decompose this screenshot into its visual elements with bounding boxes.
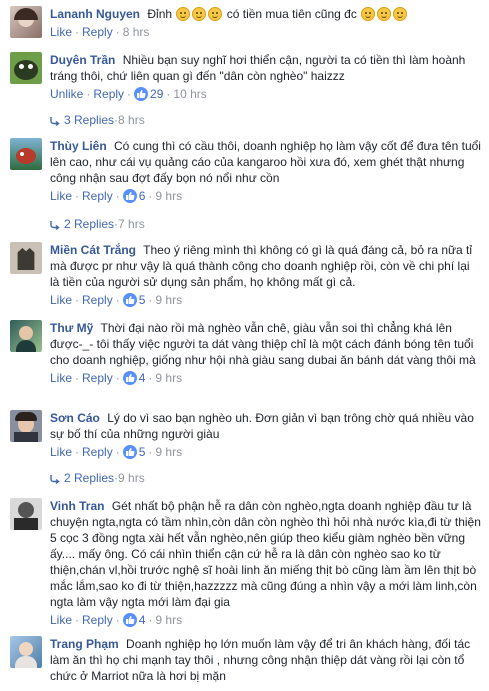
avatar[interactable] [10,6,42,38]
like-reaction-icon[interactable] [122,613,137,627]
replies-count[interactable]: 3 Replies [64,113,114,127]
reaction-count[interactable]: 4 [139,371,146,385]
reaction-count[interactable]: 6 [139,189,146,203]
avatar[interactable] [10,636,42,668]
timestamp[interactable]: 9 hrs [155,293,182,307]
like-button[interactable]: Like [50,293,72,307]
timestamp[interactable]: 9 hrs [155,613,182,627]
comment-author[interactable]: Duyên Trần [50,53,115,67]
reply-button[interactable]: Reply [82,25,113,39]
like-button[interactable]: Like [50,189,72,203]
reply-button[interactable]: Reply [82,445,113,459]
comment-text: Thời đại nào rồi mà nghèo vẫn chê, giàu … [50,321,476,367]
comment-text: Có cung thì có cầu thôi, doanh nghiệp họ… [50,139,481,185]
reply-button[interactable]: Reply [82,371,113,385]
avatar[interactable] [10,138,42,170]
reply-arrow-icon [50,472,60,488]
laughing-emoji-icon [192,7,207,21]
comment-text: có tiền mua tiên cũng đc [226,7,357,21]
comment-author[interactable]: Sơn Cáo [50,411,100,425]
reaction-count[interactable]: 5 [139,445,146,459]
avatar[interactable] [10,242,42,274]
laughing-emoji-icon [377,7,392,21]
reaction-count[interactable]: 29 [150,87,163,101]
avatar[interactable] [10,410,42,442]
comment-text: Gét nhất bộ phận hễ ra dân còn nghèo,ngt… [50,499,481,609]
like-reaction-icon[interactable] [122,293,137,307]
reply-button[interactable]: Reply [82,293,113,307]
like-button[interactable]: Like [50,371,72,385]
timestamp: 8 hrs [118,113,145,127]
laughing-emoji-icon [176,7,191,21]
like-button[interactable]: Like [50,25,72,39]
comment-author[interactable]: Trang Phạm [50,637,119,651]
timestamp[interactable]: 9 hrs [155,189,182,203]
timestamp: 7 hrs [118,217,145,231]
laughing-emoji-icon [208,7,223,21]
reply-button[interactable]: Reply [82,189,113,203]
reply-arrow-icon [50,114,60,130]
reaction-count[interactable]: 5 [139,293,146,307]
like-reaction-icon[interactable] [122,371,137,385]
laughing-emoji-icon [361,7,376,21]
laughing-emoji-icon [393,7,408,21]
unlike-button[interactable]: Unlike [50,87,83,101]
reply-button[interactable]: Reply [93,87,124,101]
timestamp[interactable]: 9 hrs [155,445,182,459]
timestamp[interactable]: 10 hrs [173,87,206,101]
comment-author[interactable]: Thùy Liên [50,139,107,153]
comment-author[interactable]: Lananh Nguyen [50,7,140,21]
like-button[interactable]: Like [50,613,72,627]
timestamp: 9 hrs [118,471,145,485]
like-button[interactable]: Like [50,445,72,459]
avatar[interactable] [10,498,42,530]
replies-count[interactable]: 2 Replies [64,217,114,231]
like-reaction-icon[interactable] [122,445,137,459]
comment-author[interactable]: Vinh Tran [50,499,104,513]
reply-button[interactable]: Reply [82,613,113,627]
avatar[interactable] [10,52,42,84]
comment-text: Đỉnh [147,7,173,21]
reaction-count[interactable]: 4 [139,613,146,627]
timestamp[interactable]: 8 hrs [123,25,150,39]
avatar[interactable] [10,320,42,352]
reply-arrow-icon [50,218,60,234]
comment-feed: Lananh Nguyen Đỉnh có tiền mua tiên cũng… [0,0,489,691]
timestamp[interactable]: 9 hrs [155,371,182,385]
view-replies-link[interactable]: 2 Replies·7 hrs [50,216,145,234]
comment-text: Lý do vì sao bạn nghèo uh. Đơn giản vì b… [50,411,474,441]
like-reaction-icon[interactable] [134,87,149,101]
view-replies-link[interactable]: 2 Replies·9 hrs [50,470,145,488]
comment-author[interactable]: Thư Mỹ [50,321,93,335]
like-reaction-icon[interactable] [122,189,137,203]
replies-count[interactable]: 2 Replies [64,471,114,485]
view-replies-link[interactable]: 3 Replies·8 hrs [50,112,145,130]
comment-author[interactable]: Miền Cát Trắng [50,243,136,257]
